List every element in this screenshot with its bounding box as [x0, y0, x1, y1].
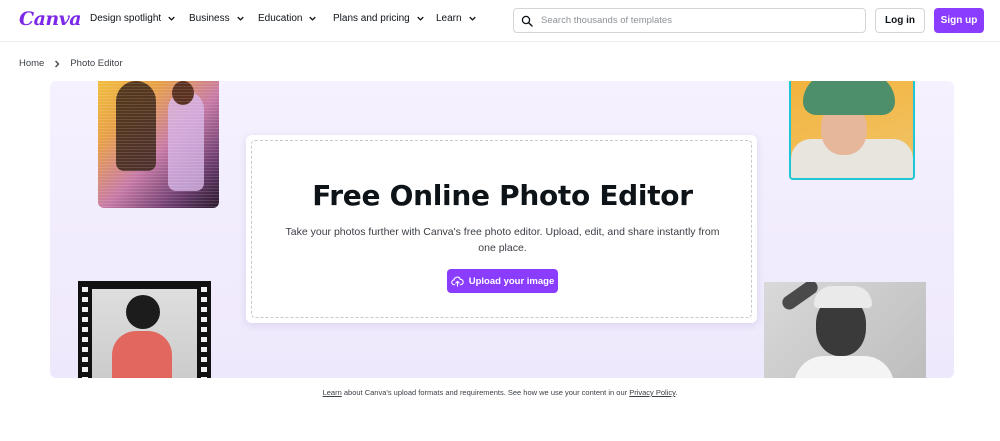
footnote-end: .	[675, 388, 678, 397]
chevron-down-icon	[417, 16, 424, 21]
search-icon	[521, 15, 533, 27]
nav-item-learn[interactable]: Learn	[436, 13, 478, 24]
hero-subtitle: Take your photos further with Canva's fr…	[285, 226, 720, 254]
upload-button-label: Upload your image	[468, 275, 555, 287]
nav-item-label: Business	[189, 13, 230, 24]
page-title: Free Online Photo Editor	[312, 179, 693, 212]
login-button[interactable]: Log in	[875, 8, 925, 33]
nav-item-business[interactable]: Business	[189, 13, 246, 24]
chevron-right-icon	[55, 60, 60, 67]
nav-item-education[interactable]: Education	[258, 13, 318, 24]
nav-item-label: Design spotlight	[90, 13, 162, 24]
hero-photo-dancing-friends	[98, 81, 219, 208]
nav-item-plans-and-pricing[interactable]: Plans and pricing	[333, 13, 426, 24]
learn-link[interactable]: Learn	[323, 388, 342, 397]
search-input[interactable]	[541, 15, 841, 26]
hero-photo-bucket-hat	[789, 81, 915, 180]
upload-image-button[interactable]: Upload your image	[447, 269, 558, 293]
top-nav: Canva Design spotlight Business Educatio…	[0, 0, 1000, 42]
nav-item-design-spotlight[interactable]: Design spotlight	[90, 13, 177, 24]
signup-button[interactable]: Sign up	[934, 8, 984, 33]
upload-card: Free Online Photo Editor Take your photo…	[246, 135, 757, 323]
upload-dropzone[interactable]: Free Online Photo Editor Take your photo…	[251, 140, 752, 318]
chevron-down-icon	[309, 16, 317, 21]
search-bar[interactable]	[513, 8, 866, 33]
breadcrumb-current: Photo Editor	[70, 58, 123, 69]
canva-logo[interactable]: Canva	[19, 8, 82, 30]
footnote-text: about Canva's upload formats and require…	[341, 388, 630, 397]
hero-photo-smiling-man	[764, 282, 926, 378]
upload-footnote: Learn about Canva's upload formats and r…	[0, 388, 1000, 397]
nav-item-label: Education	[258, 13, 303, 24]
chevron-down-icon	[468, 16, 476, 21]
breadcrumb-home[interactable]: Home	[19, 58, 44, 69]
nav-item-label: Plans and pricing	[333, 13, 410, 24]
chevron-down-icon	[236, 16, 244, 21]
hero-photo-film-strip	[78, 281, 211, 378]
nav-item-label: Learn	[436, 13, 462, 24]
privacy-policy-link[interactable]: Privacy Policy	[629, 388, 675, 397]
breadcrumb: Home Photo Editor	[19, 58, 123, 69]
cloud-upload-icon	[450, 276, 464, 287]
chevron-down-icon	[168, 16, 175, 21]
